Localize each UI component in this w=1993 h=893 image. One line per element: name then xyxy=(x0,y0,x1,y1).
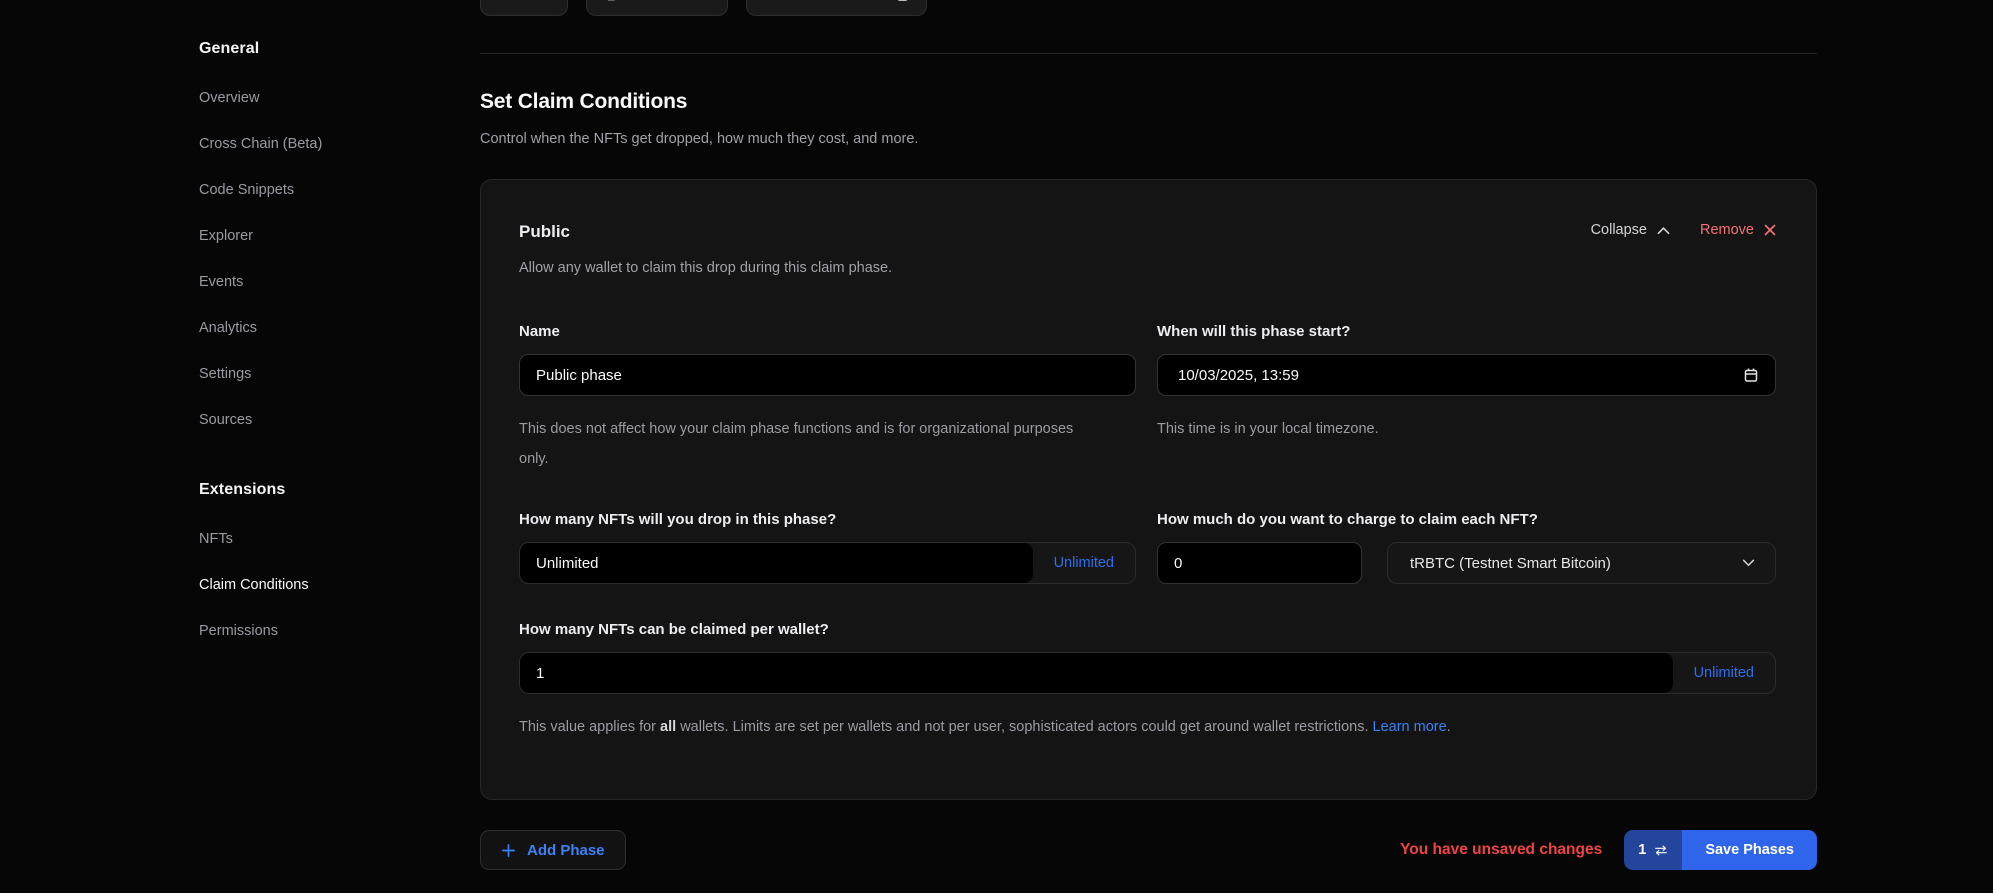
currency-select-value: tRBTC (Testnet Smart Bitcoin) xyxy=(1410,555,1611,572)
sidebar-item-analytics[interactable]: Analytics xyxy=(199,320,439,337)
calendar-icon xyxy=(1743,367,1759,383)
copy-icon xyxy=(603,0,617,2)
phase-description: Allow any wallet to claim this drop duri… xyxy=(519,258,892,278)
price-amount-input[interactable] xyxy=(1157,542,1362,584)
sidebar-item-explorer[interactable]: Explorer xyxy=(199,228,439,245)
save-phases-split-button: 1 Save Phases xyxy=(1624,830,1817,870)
supply-unlimited-toggle[interactable]: Unlimited xyxy=(1033,543,1135,583)
learn-more-link[interactable]: Learn more xyxy=(1373,719,1447,735)
sidebar-item-claim-conditions[interactable]: Claim Conditions xyxy=(199,577,439,594)
sidebar-item-nfts[interactable]: NFTs xyxy=(199,531,439,548)
plus-icon xyxy=(501,843,516,858)
swap-arrows-icon xyxy=(1654,845,1668,856)
helper-text: . xyxy=(1447,719,1451,735)
per-wallet-unlimited-toggle[interactable]: Unlimited xyxy=(1673,653,1775,693)
pending-transactions-badge[interactable]: 1 xyxy=(1624,830,1682,870)
sidebar-section-title: Extensions xyxy=(199,481,439,499)
start-field-helper: This time is in your local timezone. xyxy=(1157,414,1776,444)
page-subtitle: Control when the NFTs get dropped, how m… xyxy=(480,131,918,147)
collapse-button[interactable]: Collapse xyxy=(1591,222,1670,238)
close-icon xyxy=(1764,224,1776,236)
explorer-link-label: Rootstock Blockscout xyxy=(763,0,887,3)
per-wallet-input[interactable] xyxy=(520,653,1673,693)
field-supply: How many NFTs will you drop in this phas… xyxy=(519,510,1136,584)
pending-count: 1 xyxy=(1638,842,1646,858)
name-field-helper: This does not affect how your claim phas… xyxy=(519,414,1094,474)
contract-action-button[interactable] xyxy=(480,0,568,16)
field-name: Name This does not affect how your claim… xyxy=(519,322,1136,474)
sidebar-item-cross-chain[interactable]: Cross Chain (Beta) xyxy=(199,136,439,153)
contract-header-actions: 0xcDcC...40c9 Rootstock Blockscout xyxy=(480,0,927,16)
sidebar: General Overview Cross Chain (Beta) Code… xyxy=(199,40,439,669)
remove-label: Remove xyxy=(1700,222,1754,238)
chevron-up-icon xyxy=(1657,226,1670,235)
supply-input-group: Unlimited xyxy=(519,542,1136,584)
contract-address-button[interactable]: 0xcDcC...40c9 xyxy=(586,0,728,16)
page-title: Set Claim Conditions xyxy=(480,90,687,114)
helper-text: This value applies for xyxy=(519,719,660,735)
add-phase-button[interactable]: Add Phase xyxy=(480,830,626,870)
start-datetime-input[interactable]: 10/03/2025, 13:59 xyxy=(1157,354,1776,396)
start-datetime-value: 10/03/2025, 13:59 xyxy=(1178,367,1299,384)
remove-phase-button[interactable]: Remove xyxy=(1700,222,1776,238)
unsaved-changes-text: You have unsaved changes xyxy=(1400,841,1602,859)
chevron-down-icon xyxy=(1742,559,1755,567)
helper-bold-text: all xyxy=(660,719,676,735)
per-wallet-field-label: How many NFTs can be claimed per wallet? xyxy=(519,620,1776,640)
main-content: 0xcDcC...40c9 Rootstock Blockscout Set C… xyxy=(480,0,1817,893)
explorer-link-button[interactable]: Rootstock Blockscout xyxy=(746,0,927,16)
field-start-time: When will this phase start? 10/03/2025, … xyxy=(1157,322,1776,474)
contract-address-label: 0xcDcC...40c9 xyxy=(626,0,711,3)
price-field-label: How much do you want to charge to claim … xyxy=(1157,510,1776,530)
sidebar-item-permissions[interactable]: Permissions xyxy=(199,623,439,640)
add-phase-label: Add Phase xyxy=(527,842,605,859)
claim-phase-card: Public Allow any wallet to claim this dr… xyxy=(480,179,1817,800)
sidebar-item-overview[interactable]: Overview xyxy=(199,90,439,107)
field-per-wallet: How many NFTs can be claimed per wallet?… xyxy=(519,620,1776,742)
start-field-label: When will this phase start? xyxy=(1157,322,1776,342)
per-wallet-helper: This value applies for all wallets. Limi… xyxy=(519,712,1669,742)
save-phases-button[interactable]: Save Phases xyxy=(1682,830,1817,870)
per-wallet-input-group: Unlimited xyxy=(519,652,1776,694)
sidebar-section-general: General Overview Cross Chain (Beta) Code… xyxy=(199,40,439,429)
supply-input[interactable] xyxy=(520,543,1033,583)
name-input[interactable] xyxy=(519,354,1136,396)
sidebar-item-sources[interactable]: Sources xyxy=(199,412,439,429)
supply-field-label: How many NFTs will you drop in this phas… xyxy=(519,510,1136,530)
helper-text: wallets. Limits are set per wallets and … xyxy=(676,719,1372,735)
sidebar-item-settings[interactable]: Settings xyxy=(199,366,439,383)
currency-select[interactable]: tRBTC (Testnet Smart Bitcoin) xyxy=(1387,542,1776,584)
sidebar-item-code-snippets[interactable]: Code Snippets xyxy=(199,182,439,199)
name-field-label: Name xyxy=(519,322,1136,342)
phase-title: Public xyxy=(519,220,892,244)
external-link-icon xyxy=(896,0,910,2)
save-phases-label: Save Phases xyxy=(1705,842,1794,858)
sidebar-section-extensions: Extensions NFTs Claim Conditions Permiss… xyxy=(199,481,439,640)
header-divider xyxy=(480,53,1817,54)
sidebar-section-title: General xyxy=(199,40,439,58)
sidebar-item-events[interactable]: Events xyxy=(199,274,439,291)
footer-actions: Add Phase You have unsaved changes 1 Sav… xyxy=(480,830,1817,870)
field-price: How much do you want to charge to claim … xyxy=(1157,510,1776,584)
collapse-label: Collapse xyxy=(1591,222,1647,238)
